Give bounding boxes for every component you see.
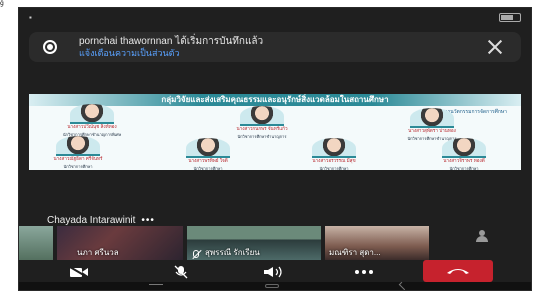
profile-photo	[186, 138, 230, 158]
participant-tile[interactable]	[433, 226, 531, 260]
recent-apps-icon[interactable]	[149, 284, 163, 288]
profile-card: นางสาวพรทิพย์ ใจดี นักวิชาการศึกษา	[165, 138, 251, 170]
profile-photo	[312, 138, 356, 158]
meeting-screen: ▪ pornchai thawornnan ได้เริ่มการบันทึกแ…	[18, 7, 532, 291]
speaker-name: Chayada Intarawinit	[47, 215, 136, 226]
more-options-icon[interactable]: •••	[141, 215, 155, 226]
close-icon[interactable]	[487, 39, 503, 55]
profile-role: นักวิชาการศึกษา	[449, 166, 479, 170]
status-dots-icon: ▪	[29, 12, 34, 22]
active-speaker: Chayada Intarawinit •••	[47, 215, 155, 226]
privacy-link[interactable]: แจ้งเตือนความเป็นส่วนตัว	[79, 48, 487, 58]
system-nav-bar	[19, 281, 531, 290]
more-icon[interactable]	[349, 264, 379, 280]
record-icon	[43, 40, 57, 54]
profile-name: นางสาวพรทิพย์ ใจดี	[188, 158, 228, 163]
person-icon	[476, 230, 488, 242]
mic-off-icon[interactable]	[169, 264, 193, 280]
end-call-button[interactable]	[423, 260, 493, 282]
participant-tile[interactable]: มณฑิรา สุดา...	[325, 226, 429, 260]
participant-name: มณฑิรา สุดา...	[329, 248, 381, 257]
profile-name: นางสาวกนกพร จันทร์แก้ว	[236, 126, 288, 131]
recording-message: pornchai thawornnan ได้เริ่มการบันทึกแล้…	[79, 36, 264, 48]
profile-name: นางสาวปวีณ์นุช สิงห์ทอง	[67, 124, 117, 129]
profile-card: นางสาวกนกพร จันทร์แก้ว นักวิชาการศึกษาชำ…	[219, 106, 305, 140]
profile-name: นางสาวจิราพร ทองดี	[443, 158, 485, 163]
corner-glyph: ğ	[0, 0, 4, 7]
profile-photo	[240, 106, 284, 126]
profile-photo	[442, 138, 486, 158]
participant-tile[interactable]: สุพรรณี รักเรียน	[187, 226, 321, 260]
profile-photo	[410, 108, 454, 128]
camera-off-icon[interactable]	[67, 264, 91, 280]
profile-card: นางสาวจิราพร ทองดี นักวิชาการศึกษา	[421, 138, 507, 170]
hang-up-icon	[447, 269, 469, 274]
status-bar: ▪	[19, 8, 531, 26]
battery-icon	[499, 12, 521, 22]
shared-screen: กลุ่มวิจัยและส่งเสริมคุณธรรมและอนุรักษ์ส…	[29, 94, 521, 170]
recording-notification: pornchai thawornnan ได้เริ่มการบันทึกแล้…	[29, 32, 521, 62]
status-right	[499, 12, 521, 22]
participant-strip[interactable]: นภา ศรีนวล สุพรรณี รักเรียน มณฑิรา สุดา.…	[19, 226, 531, 264]
profile-name: นางสาวอรวรรณ มีสุข	[312, 158, 356, 163]
home-icon[interactable]	[265, 284, 279, 288]
profile-photo	[56, 136, 100, 156]
profile-name: นางสาวสุพัตรา ปานทอง	[408, 128, 456, 133]
profile-card: นางสาวปวีณ์นุช สิงห์ทอง นักวิชาการศึกษาช…	[49, 104, 135, 138]
participant-tile[interactable]: นภา ศรีนวล	[57, 226, 183, 260]
participant-name: สุพรรณี รักเรียน	[205, 248, 260, 257]
profile-photo	[70, 104, 114, 124]
profile-card: นางสาวสุพัตรา ปานทอง นักวิชาการศึกษาชำนา…	[389, 108, 475, 142]
call-controls	[19, 260, 531, 282]
profile-role: นักวิชาการศึกษา	[193, 166, 223, 170]
profile-card: นางสาวอรวรรณ มีสุข นักวิชาการศึกษา	[291, 138, 377, 170]
notification-texts: pornchai thawornnan ได้เริ่มการบันทึกแล้…	[79, 36, 487, 58]
profile-role: นักวิชาการศึกษา	[63, 164, 93, 169]
mic-muted-icon	[193, 250, 199, 258]
profile-card: นางสาวณัฐธิดา ศรีจันทร์ นักวิชาการศึกษา	[35, 136, 121, 170]
speaker-icon[interactable]	[259, 264, 289, 280]
back-icon[interactable]	[398, 281, 408, 290]
profile-name: นางสาวณัฐธิดา ศรีจันทร์	[53, 156, 103, 161]
profile-role: นักวิชาการศึกษา	[319, 166, 349, 170]
participant-name: นภา ศรีนวล	[77, 248, 119, 257]
participant-tile[interactable]	[19, 226, 53, 260]
